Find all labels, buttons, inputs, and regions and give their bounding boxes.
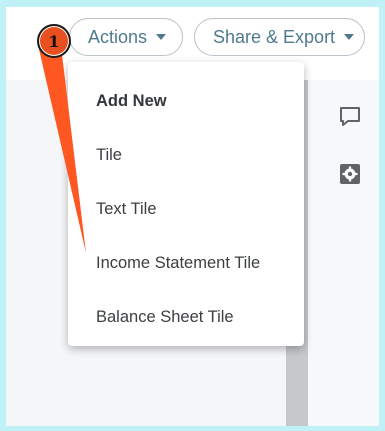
caret-down-icon — [344, 34, 355, 40]
menu-header-add-new: Add New — [96, 92, 167, 110]
right-tool-panel — [308, 80, 379, 426]
share-export-button-label: Share & Export — [213, 26, 336, 47]
app-frame: Actions Share & Export Add New Tile Text… — [6, 7, 379, 426]
caret-down-icon — [156, 34, 167, 40]
menu-item-text-tile[interactable]: Text Tile — [96, 200, 157, 219]
menu-item-income-statement-tile[interactable]: Income Statement Tile — [96, 254, 260, 273]
comment-icon[interactable] — [338, 105, 362, 129]
settings-icon[interactable] — [338, 162, 362, 186]
actions-button-label: Actions — [88, 26, 148, 47]
annotation-marker: 1 — [37, 24, 71, 58]
actions-dropdown-menu: Add New Tile Text Tile Income Statement … — [68, 62, 304, 346]
actions-button[interactable]: Actions — [69, 18, 183, 56]
menu-item-balance-sheet-tile[interactable]: Balance Sheet Tile — [96, 308, 234, 327]
annotation-marker-number: 1 — [48, 31, 60, 51]
share-export-button[interactable]: Share & Export — [194, 18, 365, 56]
menu-item-tile[interactable]: Tile — [96, 146, 122, 165]
